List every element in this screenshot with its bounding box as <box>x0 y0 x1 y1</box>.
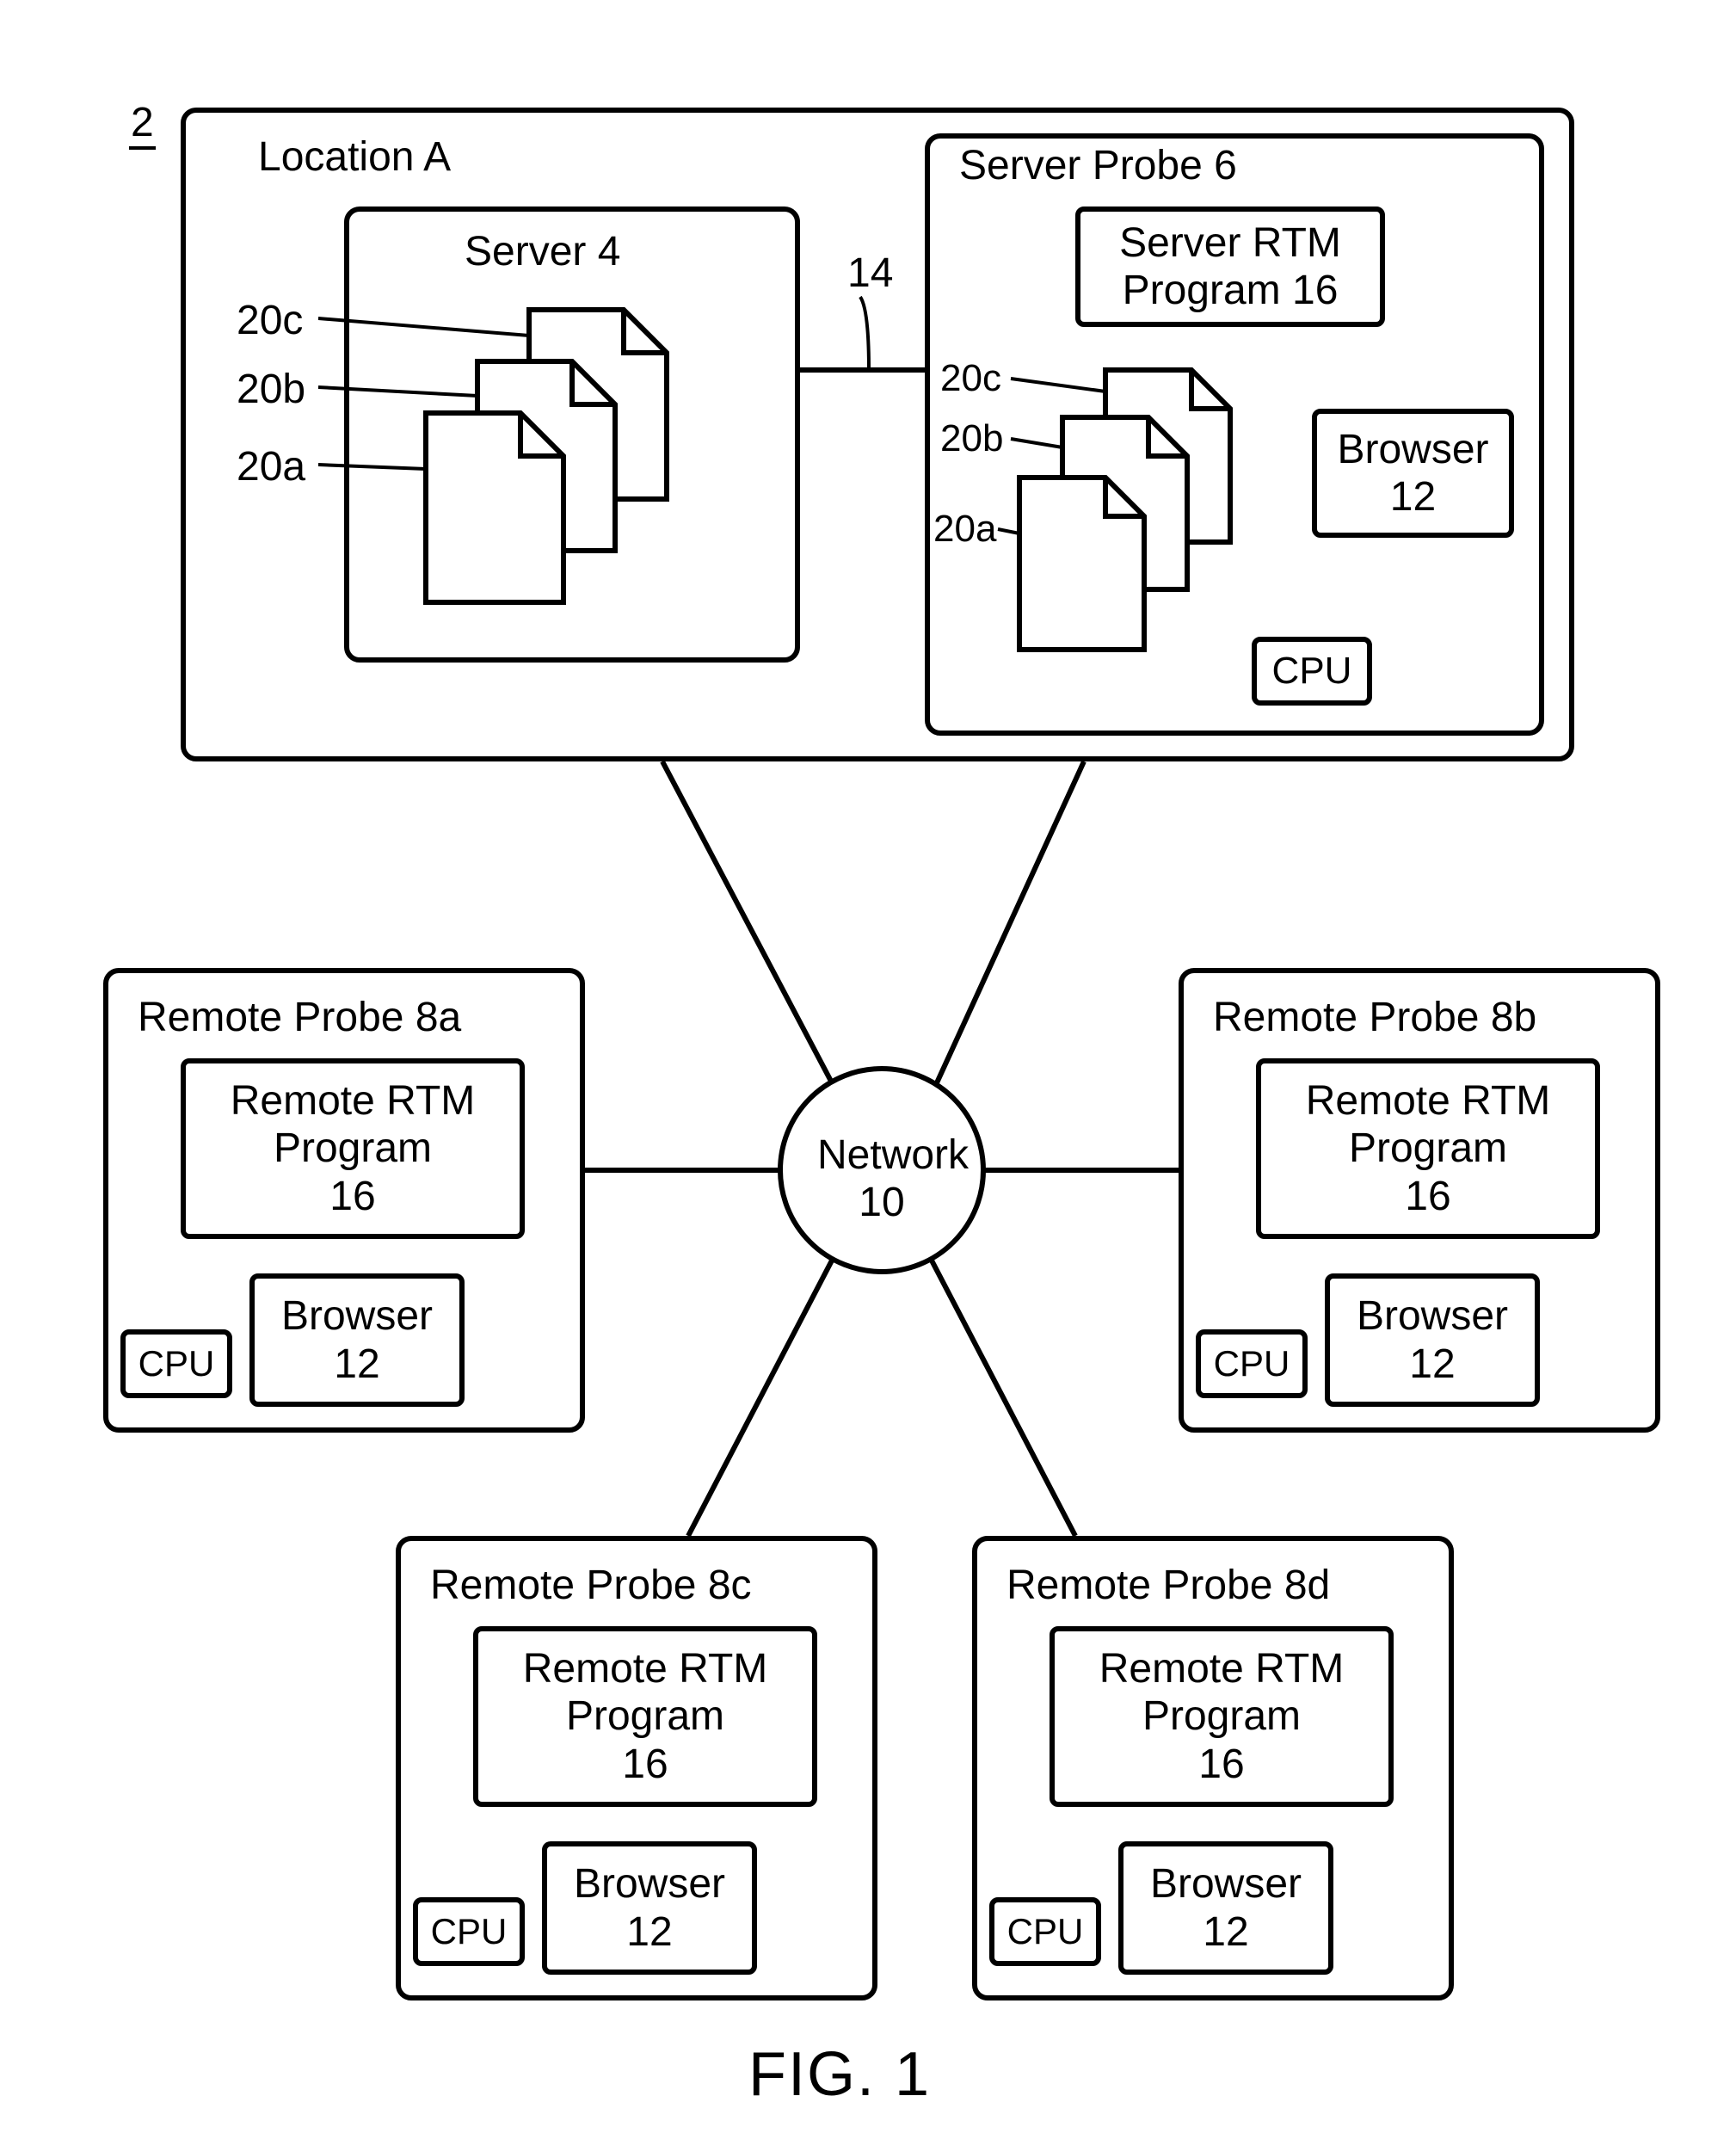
probe-doc-20b-label: 20b <box>940 417 1003 460</box>
server-rtm-box: Server RTM Program 16 <box>1075 207 1385 327</box>
network-label: Network 10 <box>817 1131 946 1226</box>
probe-doc-20c-label: 20c <box>940 357 1001 400</box>
remote-probe-8d-browser: Browser 12 <box>1118 1841 1333 1975</box>
figure-ref-number: 2 <box>129 99 156 150</box>
remote-probe-8c-title: Remote Probe 8c <box>430 1562 752 1609</box>
server-title: Server 4 <box>465 228 620 275</box>
remote-probe-8d-cpu: CPU <box>989 1897 1101 1966</box>
remote-probe-8b-rtm: Remote RTM Program 16 <box>1256 1058 1600 1239</box>
remote-probe-8b-browser: Browser 12 <box>1325 1273 1540 1407</box>
remote-probe-8a-cpu: CPU <box>120 1329 232 1398</box>
remote-probe-8c-browser: Browser 12 <box>542 1841 757 1975</box>
figure-caption: FIG. 1 <box>748 2039 931 2110</box>
remote-probe-8c-cpu: CPU <box>413 1897 525 1966</box>
remote-probe-8d-title: Remote Probe 8d <box>1007 1562 1330 1609</box>
server-doc-20b-label: 20b <box>237 366 305 413</box>
server-doc-20a-label: 20a <box>237 443 305 490</box>
remote-probe-8b-cpu: CPU <box>1196 1329 1308 1398</box>
server-doc-20c-label: 20c <box>237 297 303 344</box>
server-probe-browser-box: Browser 12 <box>1312 409 1514 538</box>
probe-doc-20a-label: 20a <box>933 508 996 551</box>
remote-probe-8a-browser: Browser 12 <box>249 1273 465 1407</box>
server-probe-cpu-box: CPU <box>1252 637 1372 706</box>
diagram-canvas: 2 Location A Server 4 14 Server Probe 6 … <box>0 0 1736 2133</box>
remote-probe-8d-rtm: Remote RTM Program 16 <box>1050 1626 1394 1807</box>
location-a-title: Location A <box>258 133 451 181</box>
remote-probe-8b-title: Remote Probe 8b <box>1213 994 1536 1041</box>
remote-probe-8c-rtm: Remote RTM Program 16 <box>473 1626 817 1807</box>
remote-probe-8a-title: Remote Probe 8a <box>138 994 461 1041</box>
cable-label: 14 <box>847 250 893 297</box>
remote-probe-8a-rtm: Remote RTM Program 16 <box>181 1058 525 1239</box>
server-probe-title: Server Probe 6 <box>959 142 1237 189</box>
